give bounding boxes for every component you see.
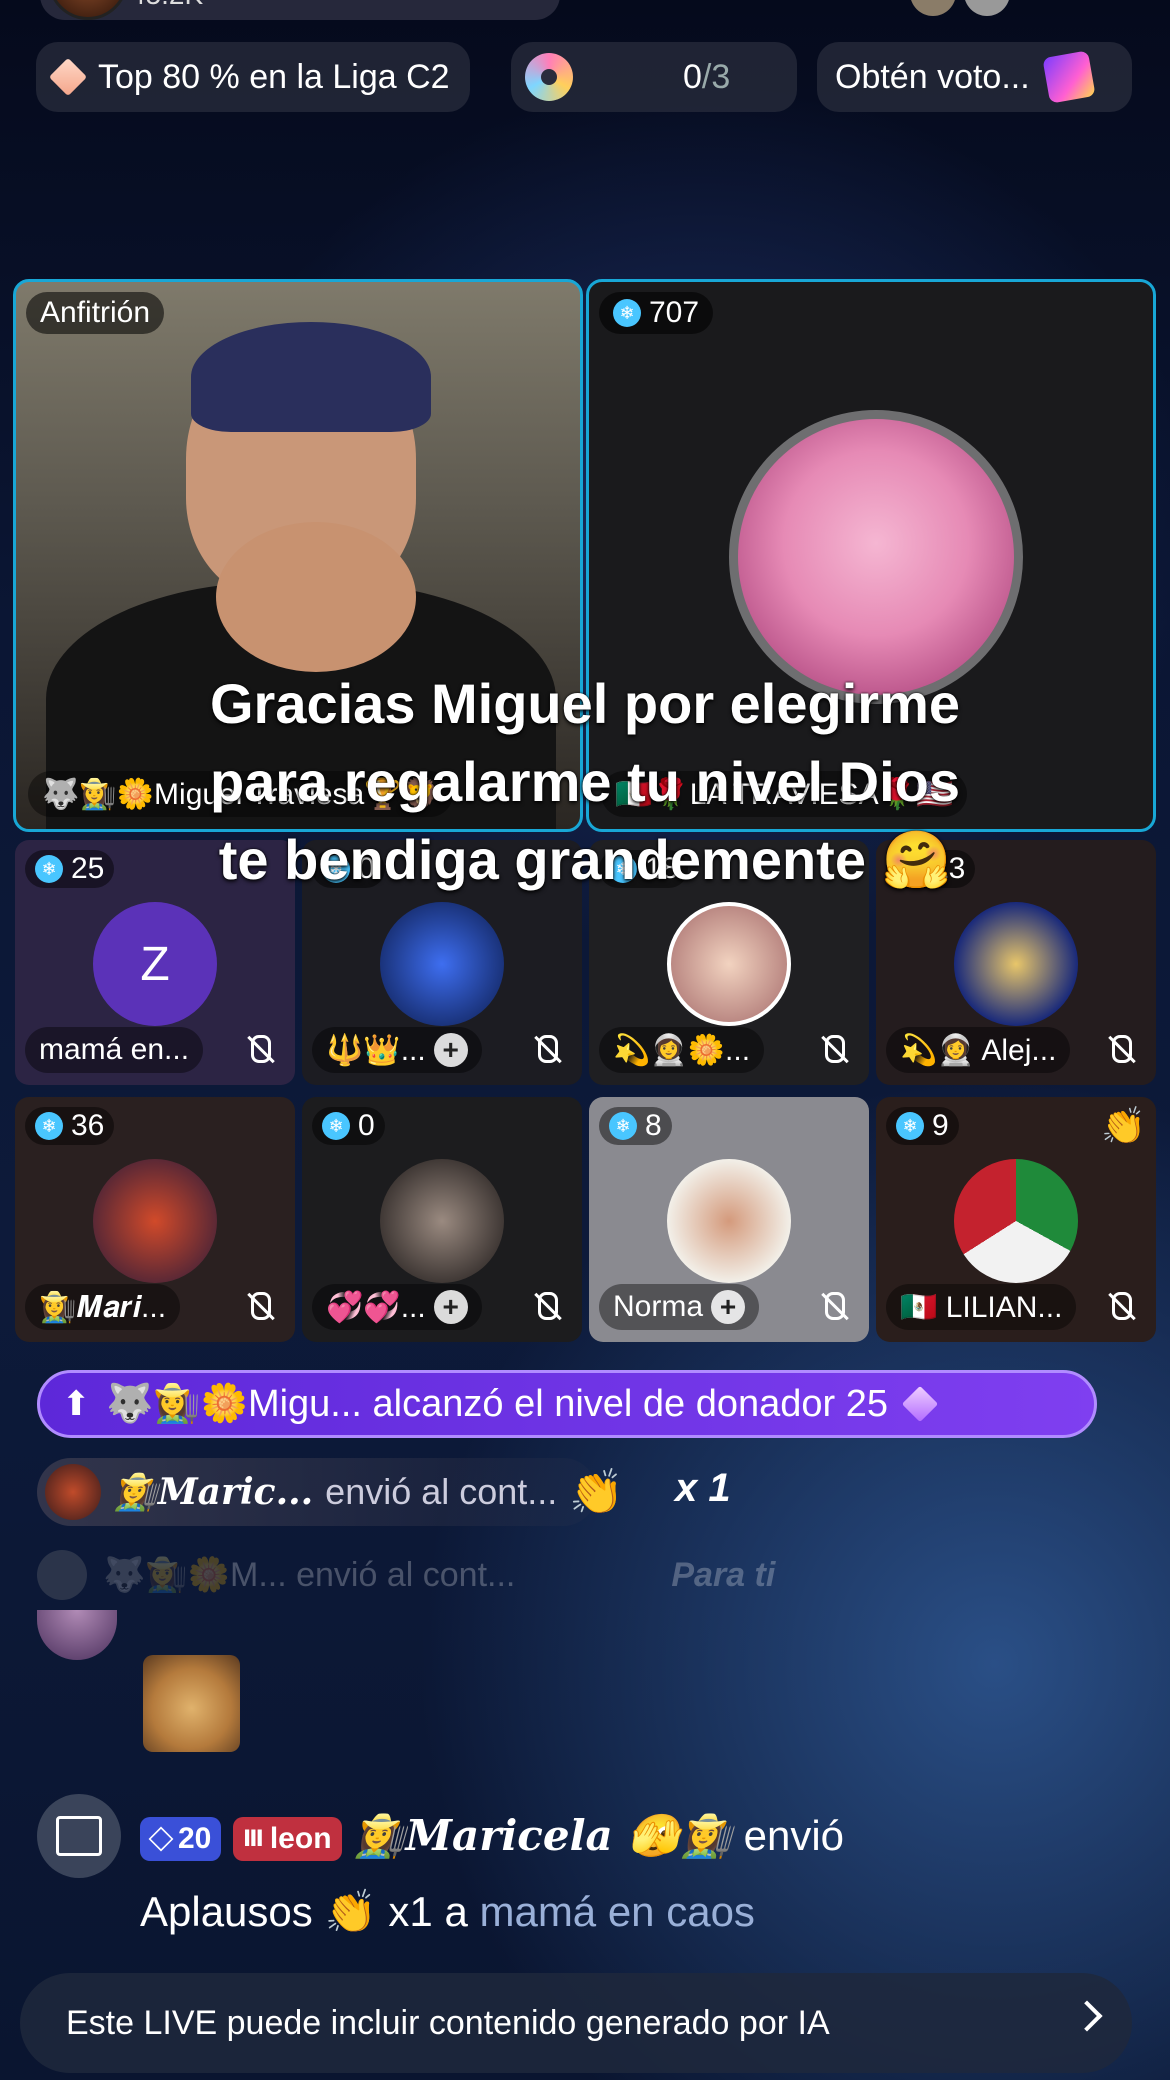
seat-name[interactable]: 💫👩‍🚀 Alej... xyxy=(886,1027,1071,1073)
seat-score: ❄ 9 xyxy=(886,1107,959,1145)
reaction-clap-icon: 👏 xyxy=(1101,1105,1146,1146)
votes-count: 0/3 xyxy=(683,57,731,96)
seat-avatar[interactable]: Z xyxy=(93,902,217,1026)
seat-score: ❄ 0 xyxy=(312,1107,385,1145)
chat-verb: envió xyxy=(743,1812,845,1859)
snowflake-icon: ❄ xyxy=(609,1112,637,1140)
viewer-avatars[interactable] xyxy=(910,0,1010,16)
seat-8[interactable]: ❄ 9 👏 🇲🇽 LILIAN... xyxy=(876,1097,1156,1342)
gifter-name: 👩‍🌾𝑴𝒂𝒓𝒊𝒄... xyxy=(113,1471,314,1513)
level-badge: 20 xyxy=(140,1816,222,1861)
mic-muted-icon xyxy=(528,1029,568,1069)
snowflake-icon: ❄ xyxy=(322,1112,350,1140)
gem-icon xyxy=(901,1385,939,1423)
seat-avatar[interactable] xyxy=(667,1159,791,1283)
chat-message: 20 Ⅲleon 👩‍🌾𝑴𝒂𝒓𝒊𝒄𝒆𝒍𝒂 🫣👩‍🌾 envió Aplausos… xyxy=(140,1798,1140,1950)
level-banner-text: 🐺👩‍🌾🌼Migu... alcanzó el nivel de donador… xyxy=(106,1383,889,1425)
get-votes-chip[interactable]: Obtén voto... xyxy=(817,42,1132,112)
snowflake-icon: ❄ xyxy=(35,855,63,883)
host-cap xyxy=(191,322,431,432)
snowflake-icon: ❄ xyxy=(613,299,641,327)
chevron-right-icon xyxy=(1071,2000,1103,2032)
like-counter: 45.2K xyxy=(130,0,203,11)
host-avatar[interactable] xyxy=(48,0,128,20)
seat-avatar[interactable] xyxy=(667,902,791,1026)
gift-box-icon xyxy=(1042,50,1096,104)
seat-name[interactable]: 💫👩‍🚀🌼... xyxy=(599,1027,765,1073)
host-info-pill[interactable]: 45.2K xyxy=(40,0,560,20)
chat-sticker xyxy=(143,1655,240,1752)
seat-avatar[interactable] xyxy=(380,1159,504,1283)
seat-7[interactable]: ❄ 8 Norma + xyxy=(589,1097,869,1342)
level-up-icon: ⬆ xyxy=(62,1385,91,1423)
seat-name[interactable]: 🔱👑... + xyxy=(312,1027,482,1073)
guest-score: ❄ 707 xyxy=(599,292,714,334)
seat-avatar[interactable] xyxy=(954,902,1078,1026)
seat-score: ❄ 36 xyxy=(25,1107,115,1145)
seat-avatar[interactable] xyxy=(93,1159,217,1283)
mic-muted-icon xyxy=(241,1029,281,1069)
clap-gift-icon: 👏 xyxy=(569,1468,625,1517)
seat-score: ❄ 25 xyxy=(25,850,115,888)
overlay-caption: Gracias Miguel por elegirme para regalar… xyxy=(209,672,961,891)
gift-notification[interactable]: 👩‍🌾𝑴𝒂𝒓𝒊𝒄... envió al cont... 👏 xyxy=(37,1458,624,1526)
seat-name[interactable]: 💞💞... + xyxy=(312,1284,482,1330)
seat-avatar[interactable] xyxy=(954,1159,1078,1283)
add-icon[interactable]: + xyxy=(433,1290,468,1324)
seat-5[interactable]: ❄ 36 👩‍🌾𝑴𝒂𝒓𝒊... xyxy=(15,1097,295,1342)
gift-icon[interactable] xyxy=(37,1794,121,1878)
seat-name[interactable]: 👩‍🌾𝑴𝒂𝒓𝒊... xyxy=(25,1284,181,1330)
guest-avatar[interactable] xyxy=(729,410,1023,704)
donut-icon xyxy=(525,53,573,101)
gift-action-text: envió al cont... xyxy=(325,1471,558,1512)
mic-muted-icon xyxy=(528,1286,568,1326)
league-rank-chip[interactable]: Top 80 % en la Liga C2 xyxy=(36,42,470,112)
gift-notification-fading: 🐺👩‍🌾🌼M... envió al cont... Para ti xyxy=(37,1545,937,1605)
snowflake-icon: ❄ xyxy=(896,1112,924,1140)
seat-name[interactable]: 🇲🇽 LILIAN... xyxy=(886,1284,1077,1330)
ai-content-notice[interactable]: Este LIVE puede incluir contenido genera… xyxy=(20,1973,1132,2073)
mic-muted-icon xyxy=(815,1286,855,1326)
votes-chip[interactable]: 0/3 xyxy=(511,42,797,112)
gifter-avatar[interactable] xyxy=(45,1464,101,1520)
mic-muted-icon xyxy=(1102,1029,1142,1069)
team-badge: Ⅲleon xyxy=(233,1816,342,1861)
snowflake-icon: ❄ xyxy=(35,1112,63,1140)
chat-avatar[interactable] xyxy=(37,1610,117,1660)
chat-target[interactable]: mamá en caos xyxy=(479,1888,754,1935)
diamond-icon xyxy=(48,57,88,97)
chat-body: Aplausos 👏 x1 a xyxy=(140,1888,468,1935)
seat-6[interactable]: ❄ 0 💞💞... + xyxy=(302,1097,582,1342)
league-rank-text: Top 80 % en la Liga C2 xyxy=(98,57,450,96)
add-icon[interactable]: + xyxy=(433,1033,468,1067)
donor-level-banner[interactable]: ⬆ 🐺👩‍🌾🌼Migu... alcanzó el nivel de donad… xyxy=(37,1370,1097,1438)
mic-muted-icon xyxy=(241,1286,281,1326)
host-tag: Anfitrión xyxy=(26,292,165,334)
mic-muted-icon xyxy=(1102,1286,1142,1326)
seat-name[interactable]: Norma + xyxy=(599,1284,760,1330)
chat-sender[interactable]: 👩‍🌾𝑴𝒂𝒓𝒊𝒄𝒆𝒍𝒂 🫣👩‍🌾 xyxy=(353,1811,732,1860)
ai-notice-text: Este LIVE puede incluir contenido genera… xyxy=(66,2003,830,2042)
heart-hands xyxy=(216,522,416,672)
mic-muted-icon xyxy=(815,1029,855,1069)
get-votes-text: Obtén voto... xyxy=(835,57,1030,96)
seat-avatar[interactable] xyxy=(380,902,504,1026)
gift-multiplier: x 1 xyxy=(675,1466,731,1510)
add-icon[interactable]: + xyxy=(711,1290,746,1324)
seat-name[interactable]: mamá en... xyxy=(25,1027,204,1073)
seat-score: ❄ 8 xyxy=(599,1107,672,1145)
